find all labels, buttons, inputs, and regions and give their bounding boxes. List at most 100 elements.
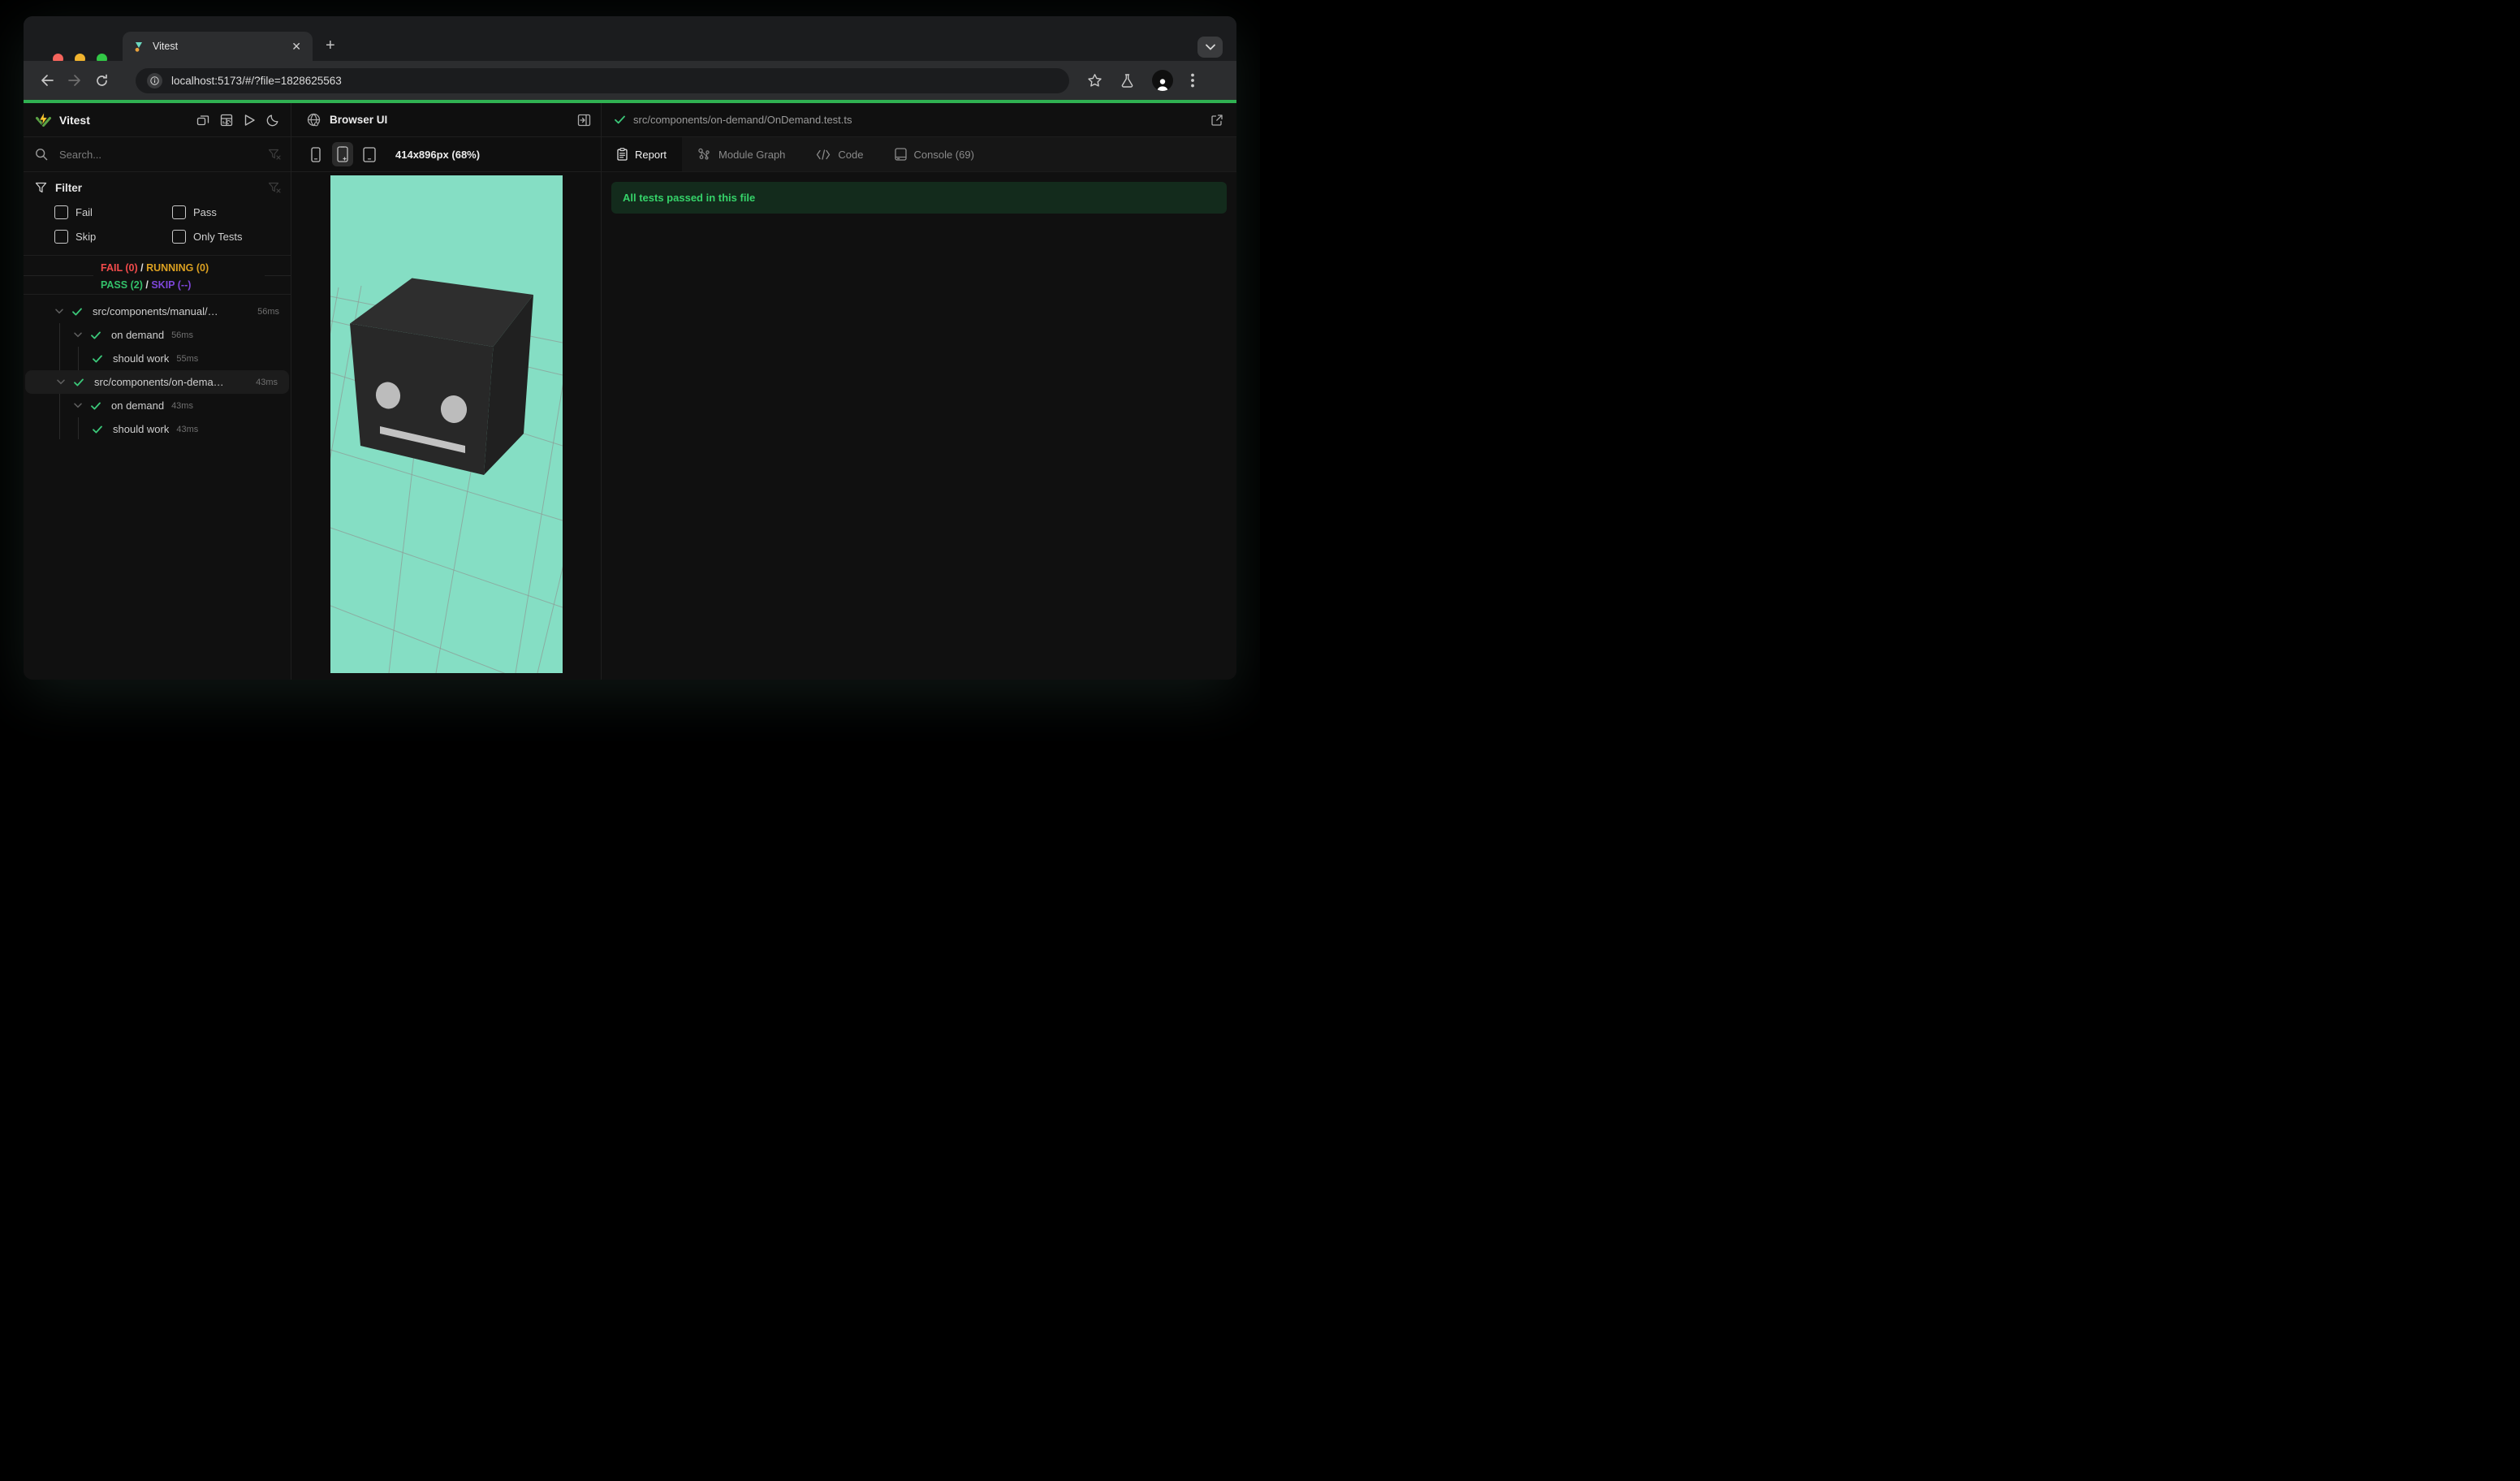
site-info-icon[interactable] — [147, 72, 162, 89]
viewport-preset-small-button[interactable] — [305, 142, 326, 166]
checkbox[interactable] — [172, 205, 186, 219]
test-duration: 43ms — [256, 377, 278, 387]
checkbox-label: Only Tests — [193, 231, 243, 243]
search-input[interactable] — [58, 147, 268, 162]
url-bar[interactable]: localhost:5173/#/?file=1828625563 — [136, 67, 1069, 93]
new-tab-button[interactable]: + — [321, 37, 340, 55]
browser-ui-title: Browser UI — [330, 114, 388, 126]
tested-app-viewport[interactable] — [330, 175, 563, 673]
tab-module-graph[interactable]: Module Graph — [682, 137, 800, 171]
tab-title: Vitest — [153, 41, 179, 52]
chevron-down-icon[interactable] — [71, 332, 84, 338]
all-tests-passed-banner: All tests passed in this file — [611, 182, 1227, 214]
test-duration: 56ms — [171, 330, 193, 340]
viewport-toolbar: 414x896px (68%) — [291, 137, 601, 172]
viewport-area — [291, 172, 601, 680]
checkbox[interactable] — [54, 205, 68, 219]
viewport-preset-large-button[interactable] — [359, 142, 380, 166]
test-suite-row[interactable]: on demand 43ms — [24, 394, 291, 417]
test-name: on demand — [111, 329, 165, 341]
checkbox-label: Skip — [76, 231, 97, 243]
bookmark-star-icon[interactable] — [1087, 73, 1102, 88]
filter-checkbox-only-tests[interactable]: Only Tests — [172, 230, 281, 244]
report-body: All tests passed in this file — [602, 172, 1236, 680]
run-all-icon[interactable] — [244, 114, 256, 127]
chevron-down-icon[interactable] — [71, 403, 84, 408]
viewport-preset-medium-button[interactable] — [332, 142, 353, 166]
browser-tab[interactable]: Vitest ✕ — [123, 32, 313, 61]
favicon-vitest-icon — [133, 41, 145, 53]
tab-label: Console (69) — [913, 148, 974, 161]
browser-toolbar: localhost:5173/#/?file=1828625563 — [24, 61, 1236, 100]
chevron-down-icon[interactable] — [53, 309, 66, 314]
checkbox[interactable] — [172, 230, 186, 244]
filter-funnel-icon — [35, 182, 47, 194]
test-suite-row[interactable]: on demand 56ms — [24, 323, 291, 347]
test-duration: 43ms — [171, 400, 193, 411]
pass-check-icon — [89, 402, 102, 410]
viewport-size-label: 414x896px (68%) — [395, 148, 481, 161]
filter-checkbox-pass[interactable]: Pass — [172, 205, 281, 219]
tab-code[interactable]: Code — [800, 137, 878, 171]
tab-strip: Vitest ✕ + — [24, 16, 1236, 64]
browser-ui-header: Browser UI — [291, 103, 601, 137]
chevron-down-icon[interactable] — [54, 379, 67, 385]
dock-panel-right-icon[interactable] — [577, 114, 591, 127]
tab-search-chevron-button[interactable] — [1197, 37, 1223, 58]
filter-checkbox-skip[interactable]: Skip — [54, 230, 172, 244]
filter-checkbox-fail[interactable]: Fail — [54, 205, 172, 219]
pass-check-icon — [89, 331, 102, 339]
pass-check-icon — [91, 425, 104, 434]
tab-label: Code — [838, 148, 864, 161]
dashboard-icon[interactable] — [220, 114, 233, 127]
report-tabs: Report Module Graph Code Console (69) — [602, 137, 1236, 172]
pass-check-icon — [71, 308, 84, 316]
test-case-row[interactable]: should work 55ms — [24, 347, 291, 370]
tab-label: Module Graph — [718, 148, 786, 161]
test-duration: 55ms — [176, 353, 199, 364]
open-external-icon[interactable] — [1210, 114, 1223, 127]
report-header: src/components/on-demand/OnDemand.test.t… — [602, 103, 1236, 137]
tab-close-icon[interactable]: ✕ — [288, 39, 304, 54]
vitest-logo-icon — [35, 111, 52, 128]
browser-window: Vitest ✕ + localhost:5173/#/?file=182862… — [24, 16, 1236, 680]
tab-report[interactable]: Report — [602, 137, 683, 171]
test-file-row[interactable]: src/components/manual/… 56ms — [24, 300, 291, 323]
checkbox-label: Pass — [193, 206, 217, 218]
forward-button[interactable] — [67, 74, 95, 87]
summary-line-2: PASS (2) / SKIP (--) — [101, 279, 192, 291]
summary-line-1: FAIL (0) / RUNNING (0) — [101, 262, 209, 274]
globe-icon — [307, 113, 321, 127]
toolbar-actions — [1087, 70, 1194, 91]
pass-check-icon — [615, 115, 625, 124]
menu-kebab-icon[interactable] — [1191, 73, 1194, 88]
test-name: should work — [113, 352, 170, 365]
collapse-panels-icon[interactable] — [196, 114, 209, 127]
checkbox[interactable] — [54, 230, 68, 244]
clear-search-filter-icon[interactable] — [268, 149, 281, 161]
reload-button[interactable] — [95, 74, 123, 88]
desktop: Vitest ✕ + localhost:5173/#/?file=182862… — [0, 0, 1260, 740]
test-name: src/components/on-dema… — [94, 376, 224, 388]
back-button[interactable] — [40, 74, 67, 87]
test-tree: src/components/manual/… 56ms on demand 5… — [24, 300, 291, 680]
test-file-path: src/components/on-demand/OnDemand.test.t… — [633, 114, 852, 126]
test-name: src/components/manual/… — [93, 305, 218, 317]
test-case-row[interactable]: should work 43ms — [24, 417, 291, 441]
pass-check-icon — [72, 378, 85, 386]
clear-filters-icon[interactable] — [268, 182, 281, 194]
test-file-row-selected[interactable]: src/components/on-dema… 43ms — [25, 370, 289, 394]
experiments-flask-icon[interactable] — [1120, 73, 1134, 88]
checkbox-label: Fail — [76, 206, 93, 218]
test-name: on demand — [111, 399, 165, 412]
search-icon — [35, 148, 48, 161]
robot-cube — [349, 278, 533, 475]
test-summary: FAIL (0) / RUNNING (0) PASS (2) / SKIP (… — [24, 256, 291, 295]
vitest-ui-page: Vitest Search... Filter Fail Pass Skip O… — [24, 103, 1236, 680]
filter-options: Fail Pass Skip Only Tests — [35, 205, 281, 244]
profile-avatar[interactable] — [1152, 70, 1173, 91]
tab-label: Report — [635, 148, 667, 161]
tab-console[interactable]: Console (69) — [879, 137, 990, 171]
dark-mode-moon-icon[interactable] — [266, 114, 279, 127]
url-text: localhost:5173/#/?file=1828625563 — [171, 74, 342, 87]
